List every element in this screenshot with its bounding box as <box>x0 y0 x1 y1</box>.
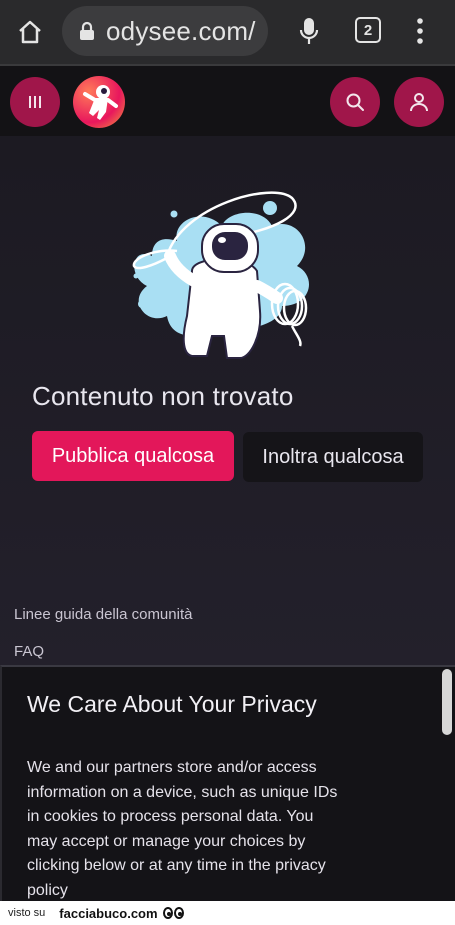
browser-toolbar: odysee.com/ 2 <box>0 0 455 64</box>
watermark-eyes-icon <box>162 907 184 919</box>
home-icon[interactable] <box>14 16 46 48</box>
main-content: Contenuto non trovato Pubblica qualcosa … <box>0 136 455 666</box>
privacy-title: We Care About Your Privacy <box>27 691 317 717</box>
page-title: Contenuto non trovato <box>32 381 294 411</box>
privacy-consent-panel: We Care About Your Privacy We and our pa… <box>0 665 455 901</box>
search-button[interactable] <box>330 77 380 127</box>
microphone-icon[interactable] <box>294 14 324 48</box>
address-bar[interactable]: odysee.com/ <box>62 6 268 56</box>
tabs-icon[interactable]: 2 <box>355 17 381 43</box>
account-icon <box>410 93 428 112</box>
scrollbar[interactable] <box>442 669 452 735</box>
menu-button[interactable] <box>10 77 60 127</box>
publish-button[interactable]: Pubblica qualcosa <box>32 431 234 481</box>
astronaut-illustration <box>122 186 327 371</box>
lock-icon <box>78 20 96 42</box>
privacy-body: We and our partners store and/or access … <box>27 759 338 899</box>
faq-link[interactable]: FAQ <box>14 643 44 660</box>
upload-button[interactable]: Inoltra qualcosa <box>243 432 423 482</box>
watermark-strip: visto su facciabuco.com <box>0 901 455 925</box>
more-vertical-icon[interactable] <box>410 14 430 48</box>
search-icon <box>346 93 364 111</box>
url-text: odysee.com/ <box>106 15 256 46</box>
menu-icon <box>29 96 41 108</box>
odysee-logo[interactable] <box>73 76 125 128</box>
community-guidelines-link[interactable]: Linee guida della comunità <box>14 606 192 623</box>
account-button[interactable] <box>394 77 444 127</box>
watermark-prefix: visto su <box>8 907 46 919</box>
watermark-site: facciabuco.com <box>59 905 158 921</box>
site-header <box>0 64 455 136</box>
